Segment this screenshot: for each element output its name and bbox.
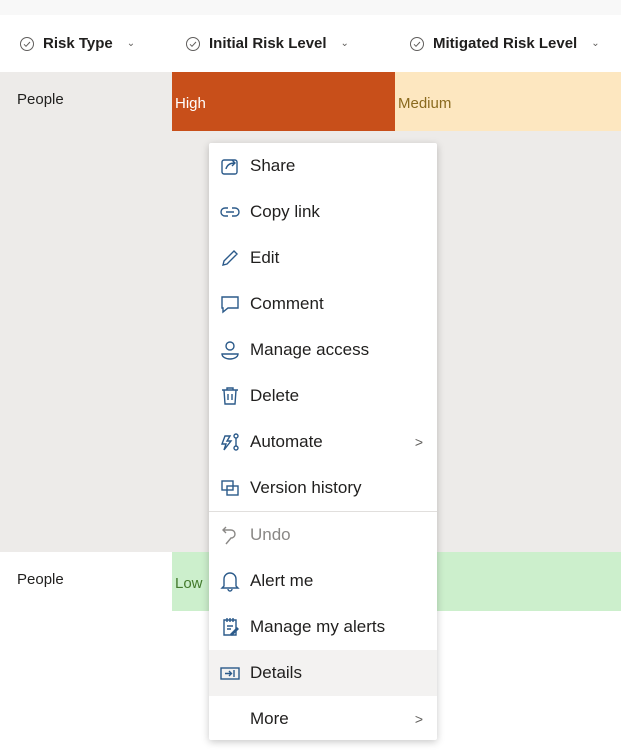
comment-icon [221,296,239,314]
mitigated-risk-cell: Medium [395,72,621,131]
column-header-label: Initial Risk Level [209,35,327,52]
chevron-down-icon: ⌄ [126,38,136,49]
column-header-mitigated-risk-level[interactable]: Mitigated Risk Level ⌄ [409,15,600,72]
pencil-icon [222,250,238,266]
chevron-right-icon: > [414,711,423,727]
person-icon [221,341,239,360]
menu-item-details[interactable]: Details [209,650,437,696]
toolbar-strip [0,0,621,15]
history-icon [221,480,239,496]
menu-item-automate[interactable]: Automate > [209,419,437,465]
check-circle-icon [186,36,200,51]
chevron-right-icon: > [414,434,423,450]
alerts-icon [223,618,239,636]
menu-item-undo[interactable]: Undo [209,512,437,558]
menu-item-edit[interactable]: Edit [209,235,437,281]
automate-icon [220,433,239,451]
details-icon [220,667,240,680]
menu-item-manage-my-alerts[interactable]: Manage my alerts [209,604,437,650]
chevron-down-icon: ⌄ [340,38,349,49]
menu-item-copy-link[interactable]: Copy link [209,189,437,235]
menu-item-more[interactable]: More > [209,696,437,742]
check-circle-icon [410,36,424,51]
column-header-risk-type[interactable]: Risk Type ⌄ [19,15,135,72]
menu-item-comment[interactable]: Comment [209,281,437,327]
trash-icon [222,387,238,405]
context-menu: Share Copy link Edit Comment Manage acce… [209,143,437,740]
menu-item-version-history[interactable]: Version history [209,465,437,511]
menu-item-delete[interactable]: Delete [209,373,437,419]
chevron-down-icon: ⌄ [591,38,600,49]
menu-item-manage-access[interactable]: Manage access [209,327,437,373]
risk-type-cell: People [17,571,64,588]
column-header-label: Risk Type [43,35,113,52]
share-icon [221,159,238,175]
link-icon [220,207,240,217]
column-header-initial-risk-level[interactable]: Initial Risk Level ⌄ [185,15,349,72]
menu-item-alert-me[interactable]: Alert me [209,558,437,604]
bell-icon [220,572,240,592]
initial-risk-cell: High [172,72,395,131]
risk-type-cell: People [17,91,64,108]
undo-icon [222,526,236,545]
check-circle-icon [20,36,34,51]
column-header-label: Mitigated Risk Level [433,35,578,52]
menu-item-share[interactable]: Share [209,143,437,189]
